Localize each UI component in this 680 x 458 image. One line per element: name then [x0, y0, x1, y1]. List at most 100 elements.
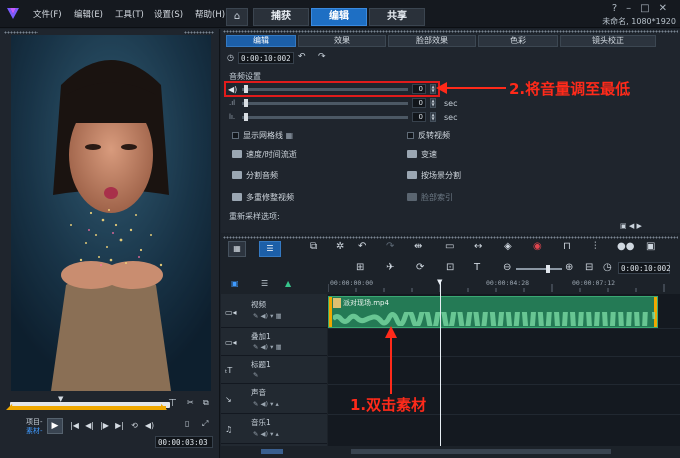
- track-controls[interactable]: ✎ ◀) ▾ ▦: [253, 312, 282, 320]
- reverse-video-checkbox[interactable]: 反转视频: [407, 130, 450, 141]
- track-video[interactable]: ▭◂ 视频 ✎ ◀) ▾ ▦: [221, 294, 327, 328]
- track-controls[interactable]: ✎ ◀) ▾ ▴: [253, 430, 279, 438]
- fit-project-icon[interactable]: ⊟: [585, 262, 593, 273]
- fade-out-spinner[interactable]: ▲ ▼: [430, 112, 436, 122]
- go-end-icon[interactable]: ▶|: [112, 419, 127, 433]
- track-controls[interactable]: ✎: [253, 371, 258, 379]
- screen-icon[interactable]: ▭: [445, 241, 454, 252]
- undo-icon[interactable]: ↶: [358, 241, 366, 252]
- tab-share[interactable]: 共享: [369, 8, 425, 26]
- zoom-thumb[interactable]: [261, 449, 283, 454]
- track-overlay1[interactable]: ▭◂ 叠加1 ✎ ◀) ▾ ▦: [221, 328, 327, 356]
- storyboard-view-button[interactable]: ▦: [228, 241, 246, 257]
- horizontal-scrollbar[interactable]: [351, 449, 611, 454]
- timeline-timecode[interactable]: 0:00:10:002: [618, 262, 671, 274]
- clip-mode-label[interactable]: 素材-: [26, 426, 43, 436]
- panel-nav-icons[interactable]: ▣ ◀ ▶: [620, 222, 642, 230]
- panel-grip[interactable]: [223, 30, 678, 33]
- split-clip-icon[interactable]: ✂: [187, 398, 194, 407]
- effect-icon[interactable]: ✈: [386, 262, 394, 273]
- track-list-icon[interactable]: ☰: [261, 279, 268, 288]
- panel-grip[interactable]: [184, 31, 214, 34]
- face-index-button[interactable]: 脸部索引: [407, 192, 453, 203]
- track-controls[interactable]: ✎ ◀) ▾ ▴: [253, 400, 279, 408]
- show-grid-checkbox[interactable]: 显示网格线 ▦: [232, 130, 293, 141]
- playhead[interactable]: [440, 280, 441, 448]
- motion-icon[interactable]: ◈: [504, 241, 512, 252]
- mark-out-icon[interactable]: ⊤: [168, 398, 177, 409]
- enlarge-icon[interactable]: ⤢: [202, 419, 208, 429]
- subtab-effects[interactable]: 效果: [298, 35, 386, 47]
- preview-timecode[interactable]: 00:00:03:03: [155, 436, 213, 448]
- title-icon[interactable]: ▣: [646, 241, 655, 252]
- track-add-icon[interactable]: ▲: [285, 279, 291, 288]
- trim-end-handle-icon[interactable]: ◣: [161, 402, 167, 411]
- crop-icon[interactable]: ⊡: [446, 262, 454, 273]
- panel-grip[interactable]: [4, 31, 38, 34]
- redo-icon[interactable]: ↷: [386, 241, 394, 252]
- volume-icon[interactable]: ◀): [142, 419, 157, 433]
- fade-out-value[interactable]: 0: [412, 112, 426, 122]
- menu-settings[interactable]: 设置(S): [154, 8, 183, 20]
- track-title1[interactable]: ₜT 标题1 ✎: [221, 356, 327, 384]
- subtab-edit[interactable]: 编辑: [226, 35, 296, 47]
- menu-tools[interactable]: 工具(T): [115, 8, 144, 20]
- menu-edit[interactable]: 编辑(E): [74, 8, 103, 20]
- record-icon[interactable]: ◉: [533, 241, 542, 252]
- fade-in-slider[interactable]: [242, 99, 408, 107]
- video-preview[interactable]: [11, 35, 211, 391]
- checkbox-box[interactable]: [232, 132, 239, 139]
- mixer-icon[interactable]: ⫶: [594, 241, 597, 252]
- duration-field[interactable]: 0:00:10:002: [238, 52, 294, 64]
- tab-capture[interactable]: 捕获: [253, 8, 309, 26]
- fit-icon[interactable]: ⇹: [414, 241, 422, 252]
- rotate-left-icon[interactable]: ↶: [298, 52, 306, 62]
- track-voice[interactable]: ↘ 声音 ✎ ◀) ▾ ▴: [221, 384, 327, 414]
- play-button[interactable]: ▶: [47, 418, 63, 434]
- fade-in-value[interactable]: 0: [412, 98, 426, 108]
- tools-icon[interactable]: ✲: [336, 241, 344, 252]
- grid-settings-icon[interactable]: ▦: [286, 131, 294, 140]
- zoom-in-icon[interactable]: ⊕: [565, 262, 573, 273]
- trim-range[interactable]: [10, 406, 166, 410]
- rotate-right-icon[interactable]: ↷: [318, 52, 326, 62]
- zoom-slider[interactable]: [516, 265, 562, 273]
- maximize-icon[interactable]: □: [640, 3, 658, 14]
- menu-help[interactable]: 帮助(H): [195, 8, 225, 20]
- chapter-icon[interactable]: ⊓: [563, 241, 571, 252]
- speed-timelapse-button[interactable]: 速度/时间流逝: [232, 149, 297, 160]
- next-frame-icon[interactable]: |▶: [97, 419, 112, 433]
- subtab-lens-correction[interactable]: 镜头校正: [560, 35, 656, 47]
- clip-trim-start[interactable]: [329, 297, 332, 327]
- minimize-icon[interactable]: –: [626, 3, 640, 14]
- fade-in-spinner[interactable]: ▲ ▼: [430, 98, 436, 108]
- 3d-title-icon[interactable]: T: [474, 262, 480, 273]
- split-by-scene-button[interactable]: 按场景分割: [407, 170, 461, 181]
- zoom-out-icon[interactable]: ⊖: [503, 262, 511, 273]
- checkbox-box[interactable]: [407, 132, 414, 139]
- menu-file[interactable]: 文件(F): [33, 8, 62, 20]
- snapshot-icon[interactable]: ⧉: [203, 398, 209, 408]
- track-all-icon[interactable]: ▣: [231, 279, 239, 288]
- track-music1[interactable]: ♫ 音乐1 ✎ ◀) ▾ ▴: [221, 414, 327, 444]
- split-icon[interactable]: ↔: [474, 241, 482, 252]
- video-clip[interactable]: 派对现场.mp4: [328, 296, 658, 328]
- loop-icon[interactable]: ⟳: [416, 262, 424, 273]
- prev-frame-icon[interactable]: ◀|: [82, 419, 97, 433]
- tab-edit[interactable]: 编辑: [311, 8, 367, 26]
- panel-grip[interactable]: [223, 236, 678, 239]
- undo-group-icon[interactable]: ⧉: [310, 241, 317, 252]
- go-start-icon[interactable]: |◀: [67, 419, 82, 433]
- help-icon[interactable]: ?: [612, 3, 626, 14]
- split-audio-button[interactable]: 分割音频: [232, 170, 278, 181]
- hd-preview-icon[interactable]: ▯: [185, 419, 189, 428]
- multi-trim-button[interactable]: 多重修整视频: [232, 192, 294, 203]
- track-controls[interactable]: ✎ ◀) ▾ ▦: [253, 343, 282, 351]
- repeat-icon[interactable]: ⟲: [127, 419, 142, 433]
- subtab-color[interactable]: 色彩: [478, 35, 558, 47]
- timeline-view-button[interactable]: ☰: [259, 241, 281, 257]
- track-manager-icon[interactable]: ⊞: [356, 262, 364, 273]
- home-tab[interactable]: ⌂: [226, 8, 248, 26]
- fade-out-slider[interactable]: [242, 113, 408, 121]
- close-icon[interactable]: ✕: [659, 3, 676, 14]
